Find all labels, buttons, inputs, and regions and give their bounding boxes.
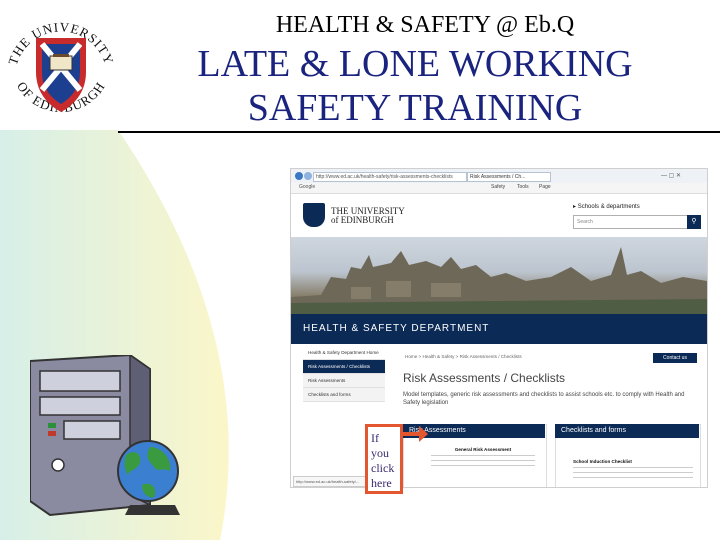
toolbar-tools[interactable]: Tools (517, 184, 529, 190)
computer-globe-clipart (30, 355, 180, 517)
forward-icon[interactable] (304, 172, 312, 180)
callout-arrow-icon (403, 426, 428, 442)
sidebar-item-risk-checklists[interactable]: Risk Assessments / Checklists (303, 360, 385, 374)
address-bar[interactable]: http://www.ed.ac.uk/health-safety/risk-a… (313, 172, 467, 182)
toolbar-search-label[interactable]: Google (299, 184, 315, 190)
edinburgh-castle-banner (291, 237, 707, 314)
schools-departments-link[interactable]: ▸ Schools & departments (573, 203, 640, 210)
window-controls[interactable]: — ▢ ✕ (661, 172, 681, 179)
university-logo: THE UNIVERSITY OF EDINBURGH (5, 19, 116, 115)
site-university-name[interactable]: THE UNIVERSITY of EDINBURGH (331, 207, 405, 225)
slide-kicker: HEALTH & SAFETY @ Eb.Q (275, 12, 575, 38)
sidebar-item-home[interactable]: Health & Safety Department Home (303, 346, 385, 360)
toolbar-page[interactable]: Page (539, 184, 551, 190)
checklists-forms-link[interactable]: Checklists and forms (555, 424, 699, 438)
checklist-doc-preview[interactable]: School Induction Checklist (573, 459, 693, 478)
page-intro: Model templates, generic risk assessment… (403, 392, 685, 406)
click-here-callout: If you click here (365, 424, 403, 494)
toolbar-safety[interactable]: Safety (491, 184, 505, 190)
contact-button[interactable]: Contact us (653, 353, 697, 363)
header-divider (118, 131, 720, 133)
sidebar-item-checklists-forms[interactable]: Checklists and forms (303, 388, 385, 402)
risk-doc-preview[interactable]: General Risk Assessment (431, 447, 535, 466)
slide-title-line2: SAFETY TRAINING (247, 87, 583, 129)
page-title: Risk Assessments / Checklists (403, 371, 566, 385)
search-icon[interactable]: ⚲ (687, 215, 701, 229)
website-screenshot: http://www.ed.ac.uk/health-safety/risk-a… (290, 168, 708, 488)
site-search-input[interactable]: Search (573, 215, 690, 229)
browser-tab[interactable]: Risk Assessments / Ch... (467, 172, 551, 182)
section-sidebar: Health & Safety Department Home Risk Ass… (303, 346, 385, 402)
department-banner: HEALTH & SAFETY DEPARTMENT (291, 314, 707, 344)
breadcrumb[interactable]: Home > Health & Safety > Risk Assessment… (405, 354, 522, 359)
slide-title-line1: LATE & LONE WORKING (197, 43, 633, 85)
site-crest-icon[interactable] (303, 203, 325, 227)
back-icon[interactable] (295, 172, 303, 180)
sidebar-item-risk-assessments[interactable]: Risk Assessments (303, 374, 385, 388)
